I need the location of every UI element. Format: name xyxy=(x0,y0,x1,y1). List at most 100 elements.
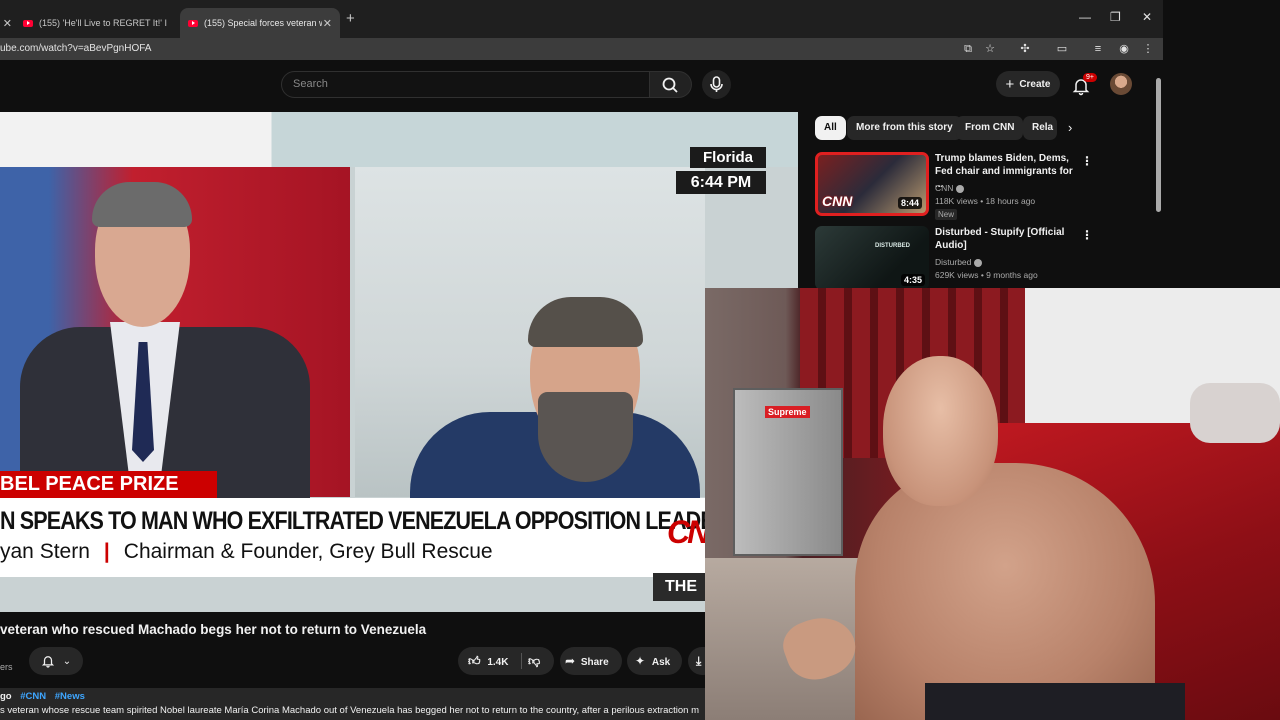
ask-button[interactable]: ✦ Ask xyxy=(627,647,682,675)
bell-icon xyxy=(41,656,54,668)
ask-label: Ask xyxy=(651,657,671,668)
microphone-icon xyxy=(710,76,723,92)
description-text: s veteran whose rescue team spirited Nob… xyxy=(0,705,699,716)
tab-title: (155) Special forces veteran wh xyxy=(204,18,322,28)
chyron-headline: N SPEAKS TO MAN WHO EXFILTRATED VENEZUEL… xyxy=(0,507,729,535)
share-icon: ➦ xyxy=(565,654,576,668)
voice-search-button[interactable] xyxy=(702,70,731,99)
upload-time: go xyxy=(0,691,12,702)
verified-icon xyxy=(956,184,965,193)
share-button[interactable]: ➦ Share xyxy=(560,647,622,675)
chyron-subline: yan Stern | Chairman & Founder, Grey Bull … xyxy=(0,540,493,564)
person-torso xyxy=(855,463,1155,720)
youtube-header: Search + Create 9+ xyxy=(0,60,1163,110)
search-input[interactable]: Search xyxy=(281,71,650,98)
youtube-favicon-icon xyxy=(188,19,198,27)
guest-hair xyxy=(528,297,643,347)
location-label: Florida xyxy=(690,147,766,168)
channel-name[interactable]: CNN xyxy=(935,183,965,193)
maximize-icon[interactable]: ❐ xyxy=(1110,10,1121,24)
browser-tab-active[interactable]: (155) Special forces veteran wh ✕ xyxy=(180,8,340,38)
close-window-icon[interactable]: ✕ xyxy=(1142,10,1152,24)
search-placeholder: Search xyxy=(293,78,328,90)
plus-icon: + xyxy=(1005,75,1015,93)
guest-role: Chairman & Founder, Grey Bull Rescue xyxy=(123,540,493,563)
hashtag[interactable]: #CNN xyxy=(20,691,46,702)
duration-badge: 4:35 xyxy=(900,274,925,286)
guest-name: yan Stern xyxy=(0,540,90,563)
browser-tab-partial[interactable]: ✕ xyxy=(0,8,12,38)
install-app-icon[interactable]: ⧉ xyxy=(961,42,975,56)
url-field[interactable]: ube.com/watch?v=aBevPgnHOFA xyxy=(0,43,151,54)
video-meta: 629K views • 9 months ago xyxy=(935,270,1038,280)
chevron-right-icon[interactable]: › xyxy=(1068,120,1072,135)
notification-badge: 9+ xyxy=(1083,73,1097,82)
close-tab-icon[interactable]: ✕ xyxy=(323,17,332,30)
scrollbar-thumb[interactable] xyxy=(1156,78,1161,212)
chevron-down-icon: ⌄ xyxy=(62,655,72,667)
thumbs-up-icon: 👍︎ xyxy=(468,654,481,668)
video-backdrop xyxy=(0,112,798,167)
new-badge: New xyxy=(935,209,958,220)
more-options-icon[interactable]: ⋮ xyxy=(1081,154,1093,168)
create-button[interactable]: + Create xyxy=(996,71,1060,97)
duration-badge: 8:44 xyxy=(897,197,922,209)
video-thumbnail[interactable]: CNN 8:44 xyxy=(815,152,929,216)
minimize-icon[interactable]: — xyxy=(1079,10,1091,24)
chyron: N SPEAKS TO MAN WHO EXFILTRATED VENEZUEL… xyxy=(0,498,730,577)
address-bar: ube.com/watch?v=aBevPgnHOFA ⧉ ☆ ✣ ▭ ≡ ◉ … xyxy=(0,38,1163,60)
person-head xyxy=(883,356,998,506)
anchor-hair xyxy=(92,182,192,227)
reading-list-icon[interactable]: ▭ xyxy=(1055,42,1069,56)
chip-all[interactable]: All xyxy=(815,116,846,140)
browser-menu-icon[interactable]: ⋮ xyxy=(1141,42,1155,56)
hashtag[interactable]: #News xyxy=(55,691,85,702)
subscriber-count: ers xyxy=(0,662,13,672)
chip-from-cnn[interactable]: From CNN xyxy=(956,116,1024,140)
video-thumbnail[interactable]: DISTURBED 4:35 xyxy=(815,226,929,290)
media-control-icon[interactable]: ≡ xyxy=(1091,42,1105,56)
chyron-separator: | xyxy=(103,540,110,563)
description-meta: go #CNN #News xyxy=(0,691,85,702)
download-icon: ⤓ xyxy=(696,654,702,668)
video-title: veteran who rescued Machado begs her not… xyxy=(0,622,427,637)
search-button[interactable] xyxy=(650,71,692,98)
chip-related[interactable]: Rela xyxy=(1023,116,1057,140)
show-bug: THE xyxy=(653,573,705,601)
recommendation-title[interactable]: Disturbed - Stupify [Official Audio] xyxy=(935,226,1075,252)
chyron-tag: BEL PEACE PRIZE xyxy=(0,471,217,498)
profile-icon[interactable]: ◉ xyxy=(1117,42,1131,56)
person-shorts xyxy=(925,683,1185,720)
webcam-overlay: Supreme xyxy=(705,288,1280,720)
chip-more-from-story[interactable]: More from this story xyxy=(847,116,962,140)
search-icon xyxy=(662,77,678,93)
fridge-sticker: Supreme xyxy=(765,406,810,418)
thumbnail-logo: DISTURBED xyxy=(875,243,911,249)
create-label: Create xyxy=(1019,78,1051,90)
channel-label: CNN xyxy=(935,183,954,193)
share-label: Share xyxy=(580,657,609,668)
like-count: 1.4K xyxy=(487,657,509,668)
new-tab-icon[interactable]: + xyxy=(346,10,355,27)
thumbs-down-icon[interactable]: 👎︎ xyxy=(528,647,540,675)
extensions-icon[interactable]: ✣ xyxy=(1018,42,1032,56)
browser-tab-strip: ✕ (155) 'He'll Live to REGRET It!' I (15… xyxy=(0,0,1163,38)
pillow xyxy=(1190,383,1280,443)
browser-tab[interactable]: (155) 'He'll Live to REGRET It!' I xyxy=(14,8,174,38)
channel-label: Disturbed xyxy=(935,257,972,267)
like-button[interactable]: 👍︎ 1.4K 👎︎ xyxy=(458,647,554,675)
thumbnail-logo: CNN xyxy=(822,193,853,209)
sparkle-icon: ✦ xyxy=(635,654,646,668)
time-label: 6:44 PM xyxy=(676,171,766,194)
bookmark-star-icon[interactable]: ☆ xyxy=(983,42,997,56)
tab-title: (155) 'He'll Live to REGRET It!' I xyxy=(39,18,168,28)
youtube-favicon-icon xyxy=(23,19,33,27)
divider xyxy=(521,653,522,669)
channel-name[interactable]: Disturbed xyxy=(935,257,983,267)
video-player[interactable]: Florida 6:44 PM BEL PEACE PRIZE N SPEAKS… xyxy=(0,112,798,612)
subscription-bell-button[interactable]: ⌄ xyxy=(29,647,83,675)
video-meta: 118K views • 18 hours ago xyxy=(935,196,1036,206)
avatar[interactable] xyxy=(1110,73,1132,95)
more-options-icon[interactable]: ⋮ xyxy=(1081,228,1093,242)
close-tab-icon[interactable]: ✕ xyxy=(3,17,12,30)
